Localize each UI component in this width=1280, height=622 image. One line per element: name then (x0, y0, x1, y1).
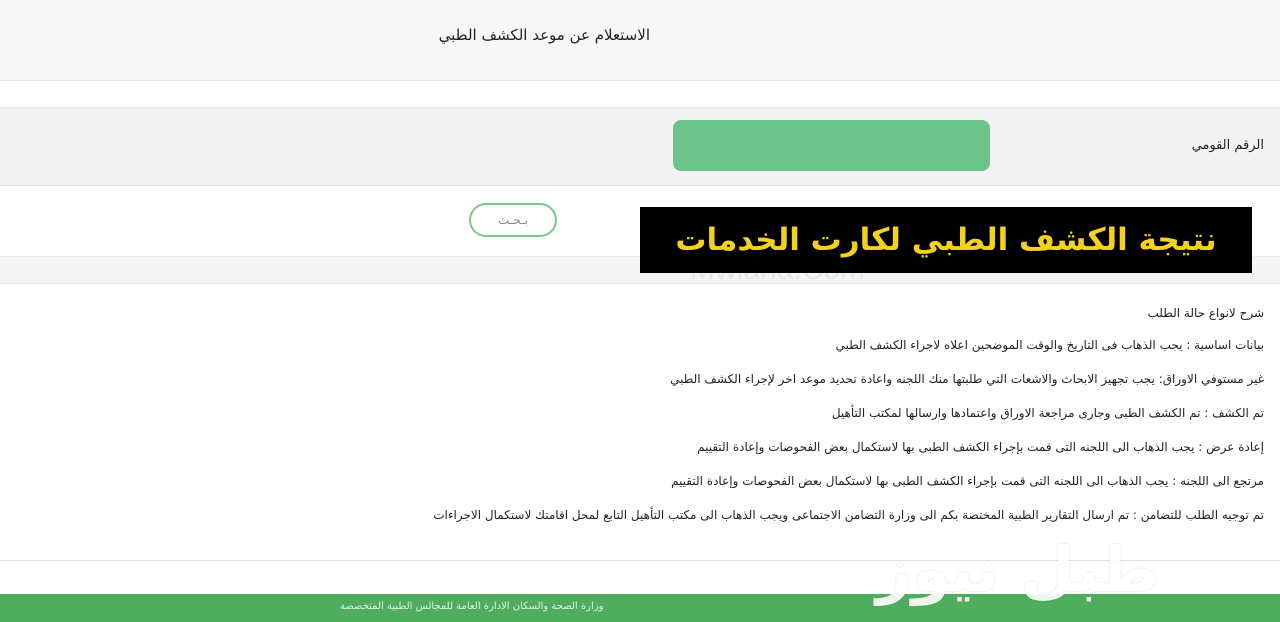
status-item: تم توجيه الطلب للتضامن : تم ارسال التقار… (433, 508, 1264, 522)
search-button[interactable]: بـحـث (469, 203, 557, 237)
status-explanation: شرح لانواع حالة الطلب بيانات اساسية : يج… (114, 298, 1264, 532)
status-item: تم الكشف : تم الكشف الطبى وجارى مراجعة ا… (831, 406, 1264, 420)
page-title: الاستعلام عن موعد الكشف الطبي (438, 26, 650, 44)
status-item: مرتجع الى اللجنه : يجب الذهاب الى اللجنه… (671, 474, 1264, 488)
watermark-logo: طبل نيوز (876, 533, 1160, 606)
status-item: غير مستوفي الاوراق: يجب تجهيز الابحاث وا… (670, 372, 1264, 386)
header-band: الاستعلام عن موعد الكشف الطبي (0, 0, 1280, 81)
national-id-input[interactable] (673, 120, 990, 171)
status-item: بيانات اساسية : يجب الذهاب فى التاريخ وا… (835, 338, 1264, 352)
status-item: إعادة عرض : يجب الذهاب الى اللجنه التى ق… (697, 440, 1264, 454)
national-id-form-row: الرقم القومي (0, 108, 1280, 186)
national-id-label: الرقم القومي (1191, 138, 1264, 153)
status-explanation-heading: شرح لانواع حالة الطلب (1147, 306, 1265, 320)
result-banner: نتيجة الكشف الطبي لكارت الخدمات (640, 207, 1252, 273)
footer-text: وزارة الصحة والسكان الادارة العامة للمجا… (340, 601, 604, 612)
spacer-band (0, 81, 1280, 108)
